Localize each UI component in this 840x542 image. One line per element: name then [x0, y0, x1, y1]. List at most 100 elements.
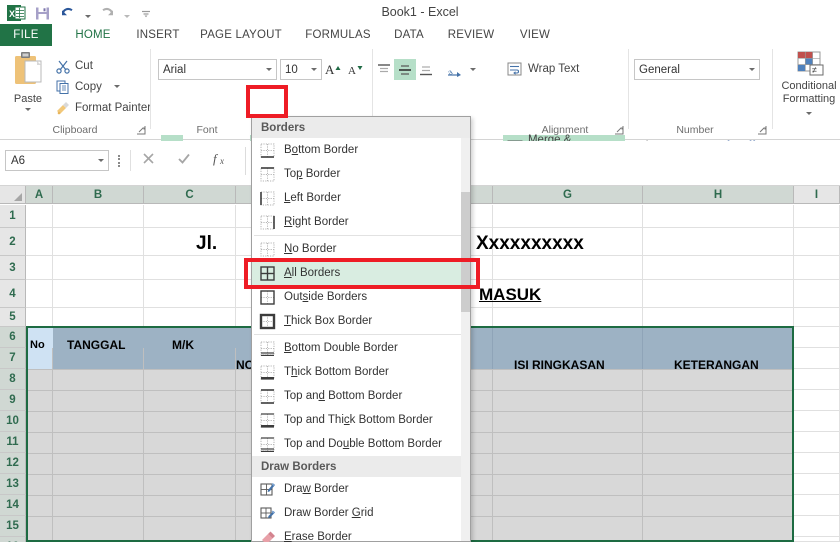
column-header-c[interactable]: C	[144, 186, 236, 204]
tab-data[interactable]: DATA	[386, 24, 432, 46]
menu-item-top-and-thick-bottom-border[interactable]: Top and Thick Bottom Border	[252, 408, 470, 432]
tab-formulas[interactable]: FORMULAS	[296, 24, 380, 46]
wrap-text-label: Wrap Text	[528, 63, 580, 75]
column-header-h[interactable]: H	[643, 186, 794, 204]
menu-scrollbar-thumb[interactable]	[461, 192, 470, 312]
menu-item-bottom-border[interactable]: Bottom Border	[252, 138, 470, 162]
borders-dropdown-menu[interactable]: Borders Bottom Border Top Border Left Bo…	[251, 116, 471, 542]
menu-item-label: Draw Border Grid	[284, 507, 374, 519]
alignment-dialog-launcher[interactable]	[614, 125, 625, 136]
alignment-group-label: Alignment	[541, 124, 589, 136]
menu-item-all-borders[interactable]: All Borders	[252, 261, 470, 285]
menu-item-no-border[interactable]: No Border	[252, 237, 470, 261]
row-header-7[interactable]: 7	[0, 348, 26, 369]
menu-item-draw-border-grid[interactable]: Draw Border Grid	[252, 501, 470, 525]
cell-text-no: No	[30, 339, 45, 351]
align-middle-button[interactable]	[394, 59, 416, 80]
formula-bar-grip[interactable]	[118, 155, 121, 167]
cell-text-masuk: MASUK	[479, 285, 542, 304]
row-header-10[interactable]: 10	[0, 411, 26, 432]
column-header-a[interactable]: A	[26, 186, 53, 204]
cell-text-jl: Jl.	[196, 233, 218, 254]
name-box[interactable]: A6	[5, 150, 109, 171]
tab-insert[interactable]: INSERT	[130, 24, 186, 46]
column-header-g[interactable]: G	[493, 186, 643, 204]
row-header-5[interactable]: 5	[0, 308, 26, 327]
paste-button[interactable]: Paste	[6, 50, 50, 124]
menu-item-label: All Borders	[284, 267, 341, 279]
orientation-button[interactable]: a	[443, 59, 467, 80]
row-header-2[interactable]: 2	[0, 228, 26, 256]
menu-item-thick-bottom-border[interactable]: Thick Bottom Border	[252, 360, 470, 384]
cut-label: Cut	[75, 59, 93, 72]
menu-item-right-border[interactable]: Right Border	[252, 210, 470, 234]
row-header-8[interactable]: 8	[0, 369, 26, 390]
increase-font-size-button[interactable]: A	[322, 58, 344, 80]
svg-text:A: A	[325, 62, 335, 77]
menu-item-top-border[interactable]: Top Border	[252, 162, 470, 186]
row-header-3[interactable]: 3	[0, 256, 26, 280]
copy-dropdown-arrow-icon[interactable]	[113, 85, 120, 88]
wrap-text-button[interactable]: Wrap Text	[503, 58, 582, 80]
tab-review[interactable]: REVIEW	[440, 24, 502, 46]
tab-home[interactable]: HOME	[62, 24, 124, 46]
tab-file[interactable]: FILE	[0, 24, 52, 46]
row-header-11[interactable]: 11	[0, 432, 26, 453]
font-name-combo[interactable]: Arial	[158, 59, 277, 80]
format-painter-icon	[57, 101, 69, 114]
conditional-formatting-button[interactable]: ≠ Conditional Formatting	[780, 50, 838, 124]
tab-page-layout[interactable]: PAGE LAYOUT	[192, 24, 290, 46]
cut-button[interactable]: Cut	[55, 56, 93, 75]
font-size-dropdown-arrow-icon[interactable]	[307, 68, 321, 71]
select-all-corner[interactable]	[0, 186, 26, 204]
paste-dropdown-arrow-icon[interactable]	[25, 108, 31, 111]
align-bottom-button[interactable]	[415, 59, 437, 80]
number-format-combo[interactable]: General	[634, 59, 760, 80]
column-header-i[interactable]: I	[794, 186, 840, 204]
name-box-value: A6	[11, 154, 26, 167]
number-dialog-launcher[interactable]	[757, 125, 768, 136]
svg-text:A: A	[348, 65, 356, 77]
wrap-text-icon	[507, 62, 522, 76]
tab-view[interactable]: VIEW	[510, 24, 560, 46]
font-name-dropdown-arrow-icon[interactable]	[262, 68, 276, 71]
row-header-9[interactable]: 9	[0, 390, 26, 411]
menu-item-thick-box-border[interactable]: Thick Box Border	[252, 309, 470, 333]
column-header-b[interactable]: B	[53, 186, 144, 204]
row-header-12[interactable]: 12	[0, 453, 26, 474]
conditional-formatting-label-line1: Conditional	[781, 80, 837, 92]
row-header-14[interactable]: 14	[0, 495, 26, 516]
cancel-icon[interactable]	[141, 151, 156, 171]
row-header-16[interactable]: 16	[0, 537, 26, 542]
menu-item-bottom-double-border[interactable]: Bottom Double Border	[252, 336, 470, 360]
format-painter-button[interactable]: Format Painter	[55, 98, 151, 117]
insert-function-icon[interactable]: fx	[212, 150, 230, 171]
menu-item-top-and-bottom-border[interactable]: Top and Bottom Border	[252, 384, 470, 408]
row-header-1[interactable]: 1	[0, 205, 26, 228]
menu-item-outside-borders[interactable]: Outside Borders	[252, 285, 470, 309]
font-size-combo[interactable]: 10	[280, 59, 322, 80]
row-header-6[interactable]: 6	[0, 327, 26, 348]
cell-text-keterangan: KETERANGAN	[674, 358, 759, 372]
menu-item-erase-border[interactable]: Erase Border	[252, 525, 470, 542]
clipboard-dialog-launcher[interactable]	[136, 125, 147, 136]
menu-item-label: Top and Bottom Border	[284, 390, 403, 402]
confirm-icon[interactable]	[176, 151, 192, 171]
window-title: Book1 - Excel	[381, 5, 459, 19]
conditional-formatting-dropdown-arrow-icon[interactable]	[806, 112, 812, 115]
right-border-icon	[259, 214, 276, 231]
number-format-dropdown-arrow-icon[interactable]	[745, 68, 759, 71]
menu-item-left-border[interactable]: Left Border	[252, 186, 470, 210]
menu-item-draw-border[interactable]: Draw Border	[252, 477, 470, 501]
row-header-4[interactable]: 4	[0, 280, 26, 308]
orientation-dropdown-arrow-icon[interactable]	[467, 59, 479, 80]
align-top-button[interactable]	[373, 59, 395, 80]
menu-scrollbar[interactable]	[461, 138, 470, 541]
decrease-font-size-button[interactable]: A	[344, 58, 366, 80]
copy-button[interactable]: Copy	[55, 77, 120, 96]
erase-border-icon	[259, 529, 276, 542]
row-header-15[interactable]: 15	[0, 516, 26, 537]
menu-item-top-and-double-bottom-border[interactable]: Top and Double Bottom Border	[252, 432, 470, 456]
row-header-13[interactable]: 13	[0, 474, 26, 495]
name-box-dropdown-arrow-icon[interactable]	[93, 159, 108, 162]
